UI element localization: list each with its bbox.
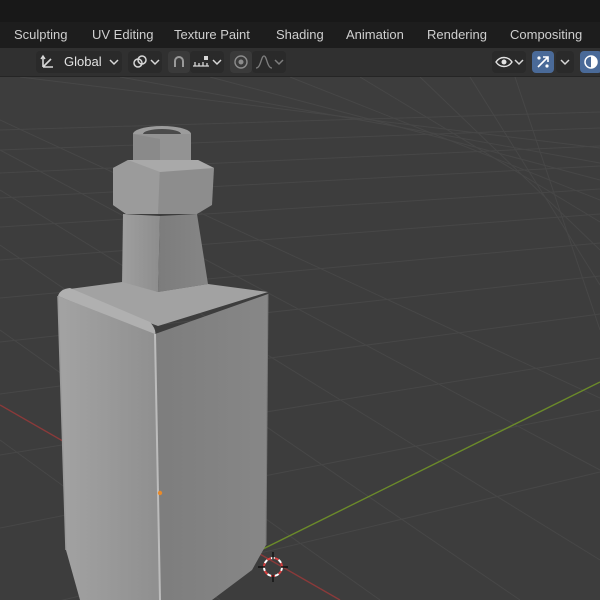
tab-shading[interactable]: Shading bbox=[276, 22, 324, 48]
transform-orientation-dropdown[interactable]: Global bbox=[36, 51, 122, 73]
overlays-toggle[interactable] bbox=[580, 51, 600, 73]
link-icon bbox=[132, 54, 148, 70]
3d-viewport[interactable] bbox=[0, 77, 600, 600]
eye-icon bbox=[495, 54, 513, 70]
viewport-canvas bbox=[0, 77, 600, 600]
chevron-down-icon bbox=[274, 58, 284, 66]
visibility-dropdown[interactable] bbox=[492, 51, 526, 73]
bottle-mesh bbox=[57, 126, 269, 600]
tab-animation[interactable]: Animation bbox=[346, 22, 404, 48]
overlays-icon bbox=[583, 54, 599, 70]
proportional-edit-toggle[interactable] bbox=[230, 51, 252, 73]
tab-uv-editing[interactable]: UV Editing bbox=[92, 22, 153, 48]
pivot-point-dropdown[interactable] bbox=[128, 51, 162, 73]
snap-toggle[interactable] bbox=[168, 51, 190, 73]
proportional-edit-icon bbox=[233, 54, 249, 70]
orientation-label: Global bbox=[64, 54, 102, 69]
snap-increment-icon bbox=[192, 54, 210, 70]
viewport-header: Global bbox=[0, 48, 600, 77]
chevron-down-icon bbox=[560, 58, 570, 66]
snap-target-dropdown[interactable] bbox=[190, 51, 224, 73]
object-origin bbox=[157, 490, 163, 496]
gizmo-toggle[interactable] bbox=[532, 51, 554, 73]
3d-cursor-icon bbox=[258, 552, 288, 582]
tab-sculpting[interactable]: Sculpting bbox=[14, 22, 67, 48]
chevron-down-icon bbox=[212, 58, 222, 66]
tab-rendering[interactable]: Rendering bbox=[427, 22, 487, 48]
chevron-down-icon bbox=[109, 58, 119, 66]
workspace-tabs: Sculpting UV Editing Texture Paint Shadi… bbox=[0, 22, 600, 48]
orientation-icon bbox=[40, 54, 56, 70]
chevron-down-icon bbox=[150, 58, 160, 66]
chevron-down-icon bbox=[514, 58, 524, 66]
falloff-dropdown[interactable] bbox=[252, 51, 286, 73]
falloff-curve-icon bbox=[255, 54, 273, 70]
top-bar bbox=[0, 0, 600, 22]
tab-texture-paint[interactable]: Texture Paint bbox=[174, 22, 250, 48]
gizmo-icon bbox=[535, 54, 551, 70]
magnet-icon bbox=[171, 54, 187, 70]
gizmo-dropdown[interactable] bbox=[556, 51, 574, 73]
tab-compositing[interactable]: Compositing bbox=[510, 22, 582, 48]
